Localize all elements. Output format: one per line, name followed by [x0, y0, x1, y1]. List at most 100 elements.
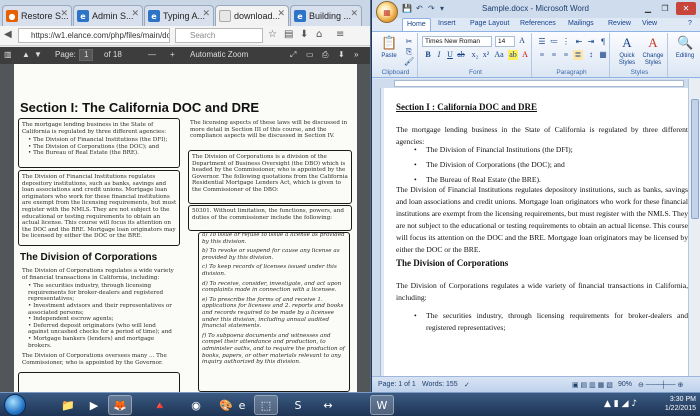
zoom-slider[interactable]: ⊖ ───┼── ⊕ [638, 381, 683, 389]
tray-icons[interactable]: ▲ ▮ ◢ ♪ [604, 399, 637, 409]
align-left-icon[interactable]: ≡ [537, 50, 547, 60]
bold-icon[interactable]: B [423, 50, 433, 60]
vertical-scrollbar[interactable] [688, 79, 700, 376]
browser-tab-download[interactable]: download... ✕ [215, 5, 289, 26]
tab-references[interactable]: References [516, 18, 560, 31]
bullets-icon[interactable]: ☰ [537, 37, 547, 47]
format-painter-icon[interactable]: 🖌 [404, 57, 414, 67]
tab-mailings[interactable]: Mailings [564, 18, 598, 31]
browser-tab-typing[interactable]: e Typing A... ✕ [144, 5, 214, 26]
undo-icon[interactable]: ↶ [416, 4, 423, 13]
superscript-icon[interactable]: x² [481, 50, 491, 60]
print-icon[interactable]: ⎙ [322, 50, 328, 60]
quick-styles-button[interactable]: A Quick Styles [614, 35, 640, 67]
next-page-icon[interactable]: ▼ [34, 50, 42, 59]
cursor-icon[interactable]: ⬚ [254, 395, 278, 415]
help-icon[interactable]: ? [684, 18, 696, 31]
numbering-icon[interactable]: ≔ [549, 37, 559, 47]
increase-indent-icon[interactable]: ⇥ [586, 37, 596, 47]
home-icon[interactable]: ⌂ [316, 29, 322, 40]
zoom-out-icon[interactable]: — [148, 50, 156, 59]
close-icon[interactable]: ✕ [350, 9, 358, 19]
qat-dropdown-icon[interactable]: ▾ [440, 4, 444, 13]
word-icon[interactable]: W [370, 395, 394, 415]
page-number-input[interactable]: 1 [79, 49, 94, 61]
star-icon[interactable]: ☆ [268, 29, 277, 40]
download-icon[interactable]: ⬇ [300, 29, 308, 40]
reading-list-icon[interactable]: ▤ [284, 29, 293, 40]
open-file-icon[interactable]: ▭ [306, 50, 314, 59]
close-icon[interactable]: ✕ [202, 9, 210, 19]
scrollbar-thumb[interactable] [691, 99, 699, 219]
zoom-in-icon[interactable]: + [170, 50, 175, 59]
pdf-viewer[interactable]: Section I: The California DOC and DRE Th… [0, 64, 370, 392]
vertical-ruler[interactable] [372, 88, 381, 376]
underline-icon[interactable]: U [445, 50, 455, 60]
redo-icon[interactable]: ↷ [428, 4, 435, 13]
vlc-icon[interactable]: 🔺 [148, 395, 172, 415]
editing-button[interactable]: 🔍 Editing [672, 35, 698, 67]
change-styles-button[interactable]: A Change Styles [640, 35, 666, 67]
tab-insert[interactable]: Insert [434, 18, 460, 31]
page-count[interactable]: Page: 1 of 1 [378, 381, 416, 388]
change-case-icon[interactable]: Aa [494, 50, 504, 60]
font-color-icon[interactable]: A [520, 50, 530, 60]
tab-review[interactable]: Review [604, 18, 635, 31]
cut-icon[interactable]: ✂ [404, 37, 414, 47]
browser-tab-admin[interactable]: e Admin S... ✕ [73, 5, 143, 26]
maximize-button[interactable]: ❐ [657, 2, 673, 15]
grow-font-icon[interactable]: A [517, 36, 527, 46]
show-marks-icon[interactable]: ¶ [598, 37, 608, 47]
fullscreen-icon[interactable]: ⤢ [290, 50, 296, 60]
close-icon[interactable]: ✕ [277, 9, 285, 19]
borders-icon[interactable]: ▦ [598, 50, 608, 60]
explorer-icon[interactable]: 📁 [56, 395, 80, 415]
document-page[interactable]: Section I : California DOC and DRE The m… [384, 88, 688, 376]
tab-page-layout[interactable]: Page Layout [466, 18, 513, 31]
italic-icon[interactable]: I [434, 50, 444, 60]
tools-icon[interactable]: » [354, 50, 358, 59]
clock[interactable]: 3:30 PM 1/22/2015 [665, 395, 696, 413]
save-icon[interactable]: 💾 [402, 4, 412, 13]
firefox-icon[interactable]: 🦊 [108, 395, 132, 415]
close-icon[interactable]: ✕ [131, 9, 139, 19]
elance-icon[interactable]: e [230, 395, 254, 415]
menu-icon[interactable]: ≡ [336, 29, 344, 40]
font-name-select[interactable]: Times New Roman [422, 36, 492, 47]
decrease-indent-icon[interactable]: ⇤ [574, 37, 584, 47]
search-input[interactable]: Search [175, 28, 263, 43]
save-icon[interactable]: ⬇ [338, 50, 345, 59]
horizontal-ruler[interactable] [372, 79, 700, 88]
browser-tab-restore[interactable]: ● Restore S... ✕ [2, 5, 72, 26]
align-center-icon[interactable]: ≡ [549, 50, 559, 60]
strikethrough-icon[interactable]: ab [456, 50, 466, 60]
tab-home[interactable]: Home [402, 18, 431, 31]
office-button[interactable]: ▦ [376, 1, 398, 23]
view-buttons[interactable]: ▣ ▤ ▥ ▦ ▧ [572, 381, 613, 389]
justify-icon[interactable]: ≣ [573, 50, 583, 60]
font-size-select[interactable]: 14 [495, 36, 515, 47]
highlight-icon[interactable]: ab [508, 50, 518, 60]
skype-icon[interactable]: S [286, 395, 310, 415]
prev-page-icon[interactable]: ▲ [22, 50, 30, 59]
browser-tab-building[interactable]: e Building ... ✕ [290, 5, 362, 26]
multilevel-list-icon[interactable]: ⋮ [561, 37, 571, 47]
teamviewer-icon[interactable]: ↔ [316, 395, 340, 415]
tab-view[interactable]: View [638, 18, 661, 31]
sidebar-toggle-icon[interactable]: ▥ [4, 50, 12, 59]
chrome-icon[interactable]: ◉ [184, 395, 208, 415]
subscript-icon[interactable]: x₂ [470, 50, 480, 60]
proofing-icon[interactable]: ✓ [464, 381, 470, 389]
paste-button[interactable]: 📋 Paste [376, 35, 402, 67]
align-right-icon[interactable]: ≡ [561, 50, 571, 60]
media-player-icon[interactable]: ▶ [82, 395, 106, 415]
close-icon[interactable]: ✕ [60, 9, 68, 19]
url-bar[interactable]: https://w1.elance.com/php/files/main/dow… [18, 28, 170, 43]
copy-icon[interactable]: ⎘ [404, 47, 414, 57]
back-icon[interactable]: ◀ [4, 29, 12, 40]
close-button[interactable]: ✕ [676, 2, 696, 15]
line-spacing-icon[interactable]: ↕ [586, 50, 596, 60]
zoom-select[interactable]: Automatic Zoom [190, 50, 248, 59]
start-button[interactable] [4, 394, 26, 416]
word-count[interactable]: Words: 155 [422, 381, 458, 388]
